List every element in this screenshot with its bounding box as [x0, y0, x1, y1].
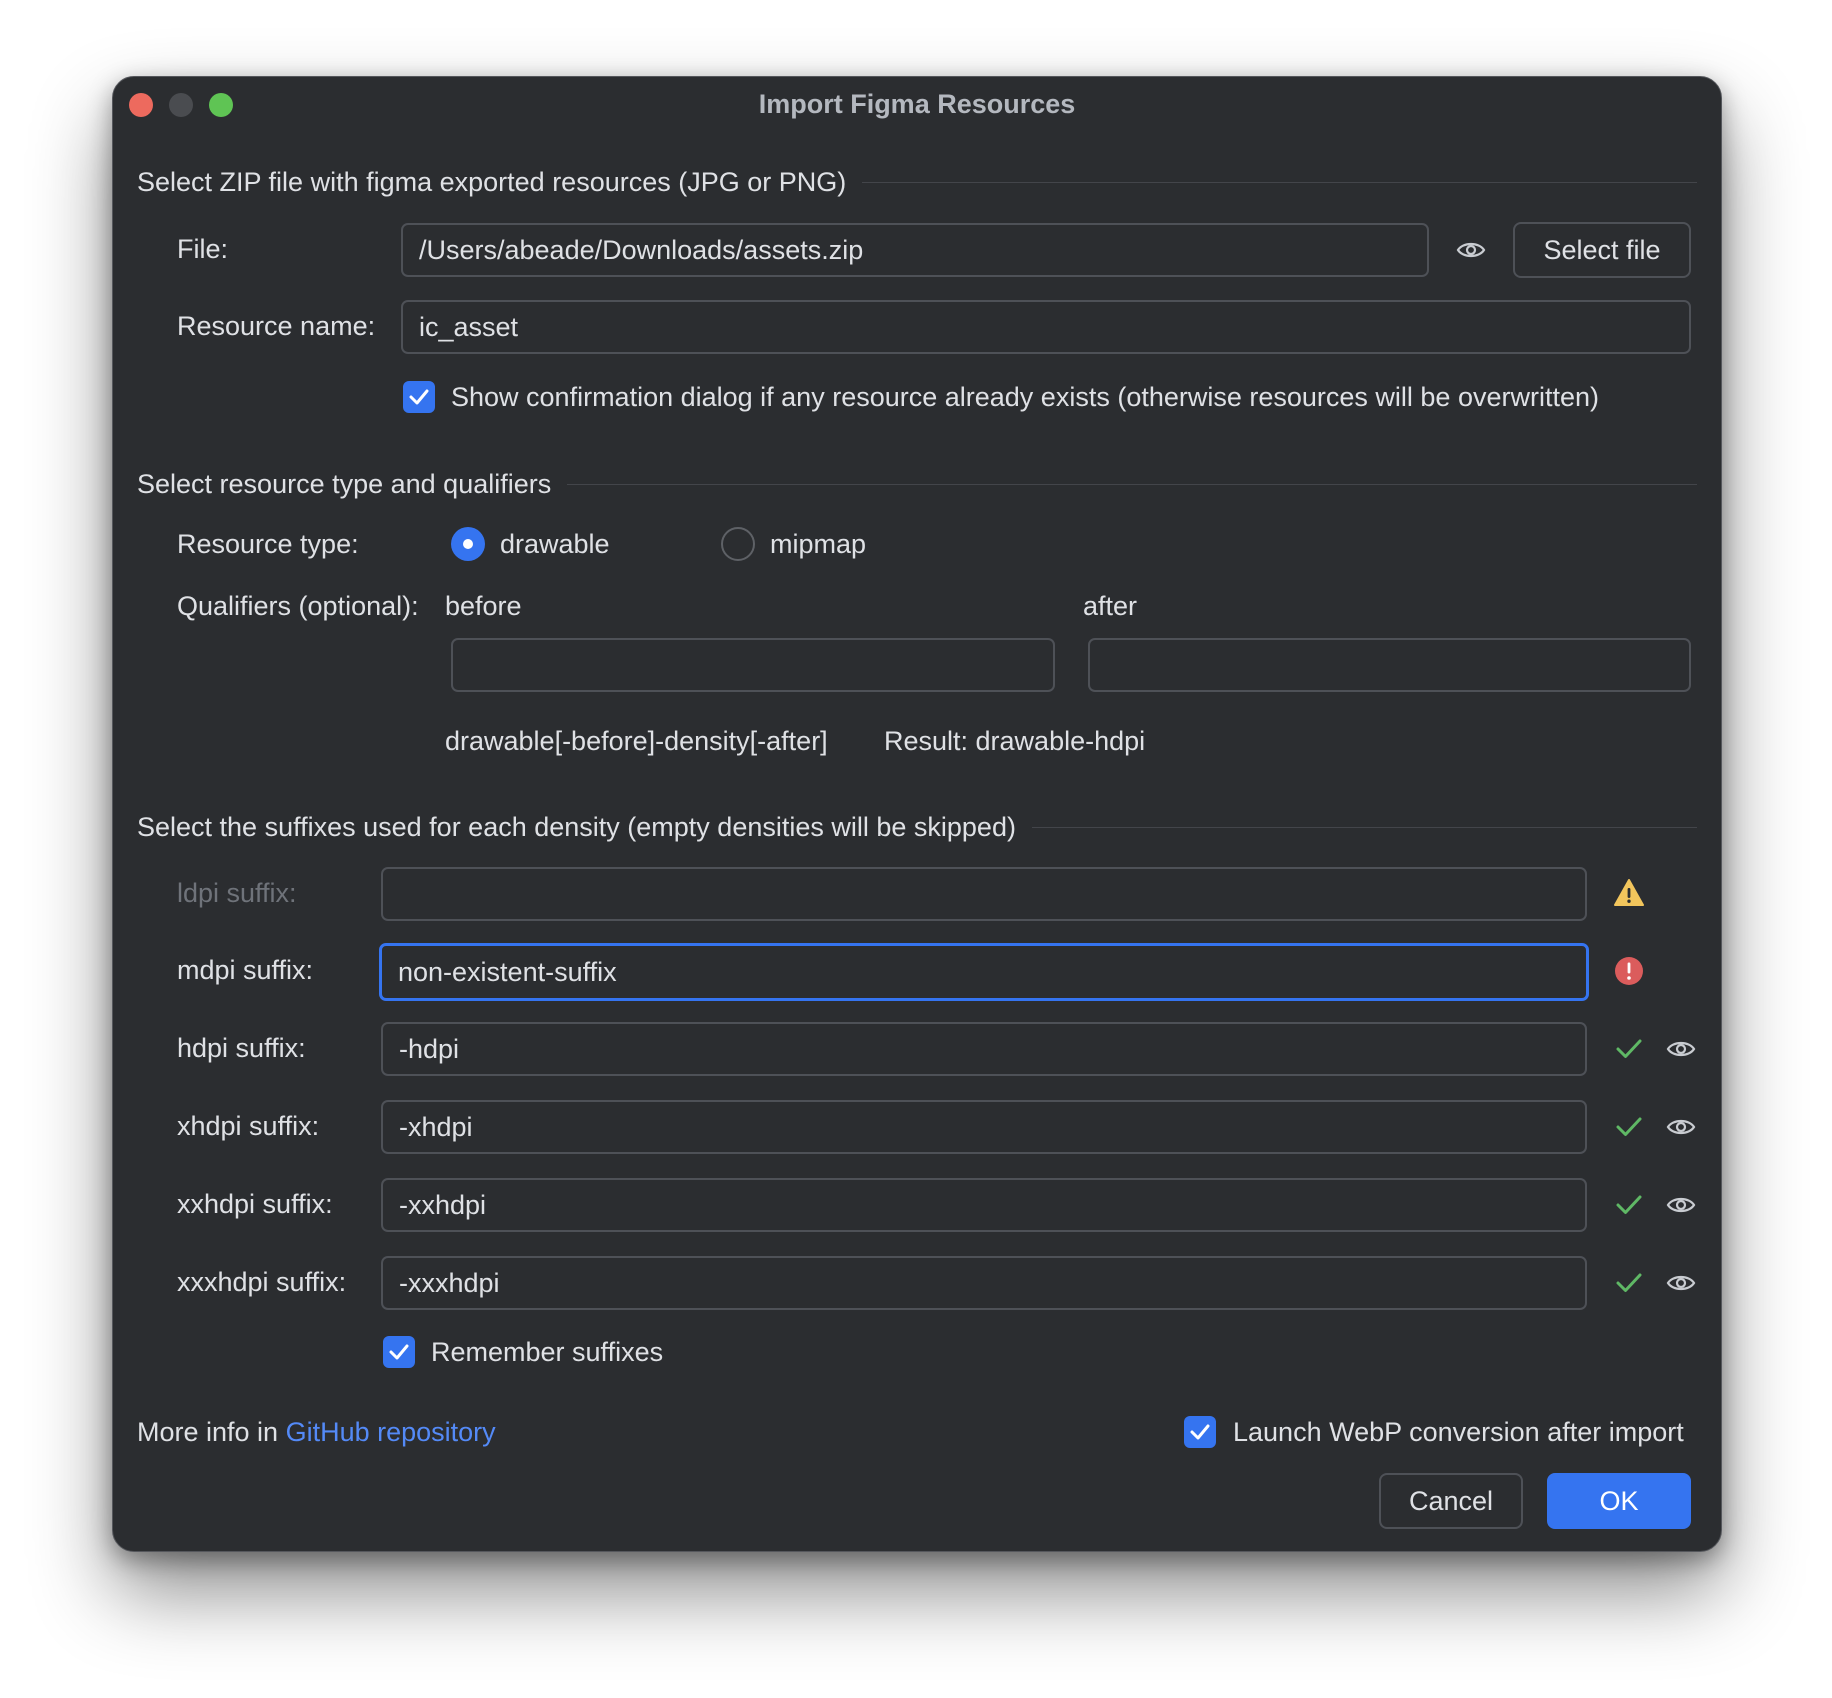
xxhdpi-suffix-field[interactable]: -xxhdpi — [381, 1178, 1587, 1232]
checkmark-icon — [389, 1344, 409, 1360]
before-label: before — [445, 591, 522, 621]
confirm-checkbox[interactable] — [403, 381, 435, 413]
radio-drawable[interactable] — [451, 527, 485, 561]
type-section-header: Select resource type and qualifiers — [137, 467, 1697, 501]
ldpi-suffix-field[interactable] — [381, 867, 1587, 921]
qualifiers-label: Qualifiers (optional): — [177, 591, 419, 621]
resource-name-label: Resource name: — [177, 311, 376, 341]
confirm-checkbox-label[interactable]: Show confirmation dialog if any resource… — [451, 380, 1599, 414]
more-info-text: More info in GitHub repository — [137, 1415, 496, 1449]
xxhdpi-suffix-label: xxhdpi suffix: — [177, 1189, 333, 1219]
import-dialog: Import Figma Resources Select ZIP file w… — [112, 76, 1722, 1552]
error-icon — [1615, 957, 1643, 985]
xxxhdpi-suffix-field[interactable]: -xxxhdpi — [381, 1256, 1587, 1310]
more-info-prefix: More info in — [137, 1417, 286, 1447]
resource-type-label: Resource type: — [177, 529, 359, 559]
after-label: after — [1083, 591, 1138, 621]
radio-mipmap[interactable] — [721, 527, 755, 561]
xhdpi-suffix-field[interactable]: -xhdpi — [381, 1100, 1587, 1154]
divider — [862, 181, 1697, 183]
remember-suffixes-checkbox[interactable] — [383, 1336, 415, 1368]
file-section-header: Select ZIP file with figma exported reso… — [137, 165, 1697, 199]
after-qualifier-field[interactable] — [1088, 638, 1691, 692]
eye-icon[interactable] — [1455, 234, 1487, 266]
checkmark-icon — [1190, 1424, 1210, 1440]
drawable-option-label[interactable]: drawable — [500, 527, 610, 561]
hdpi-suffix-label: hdpi suffix: — [177, 1033, 306, 1063]
suffix-section-title: Select the suffixes used for each densit… — [137, 811, 1016, 842]
suffix-section-header: Select the suffixes used for each densit… — [137, 810, 1697, 844]
remember-suffixes-label[interactable]: Remember suffixes — [431, 1335, 663, 1369]
select-file-button[interactable]: Select file — [1513, 222, 1691, 278]
type-section-title: Select resource type and qualifiers — [137, 468, 552, 499]
hdpi-suffix-field[interactable]: -hdpi — [381, 1022, 1587, 1076]
checkmark-icon — [1616, 1195, 1642, 1214]
ok-button[interactable]: OK — [1547, 1473, 1691, 1529]
xxxhdpi-suffix-label: xxxhdpi suffix: — [177, 1267, 347, 1297]
warning-icon — [1614, 879, 1644, 906]
before-qualifier-field[interactable] — [451, 638, 1055, 692]
eye-icon[interactable] — [1665, 1189, 1697, 1221]
github-repository-link[interactable]: GitHub repository — [286, 1417, 496, 1447]
ldpi-suffix-label: ldpi suffix: — [177, 878, 297, 908]
webp-conversion-checkbox[interactable] — [1184, 1416, 1216, 1448]
checkmark-icon — [1616, 1039, 1642, 1058]
divider — [1031, 826, 1697, 828]
xhdpi-suffix-label: xhdpi suffix: — [177, 1111, 320, 1141]
mdpi-suffix-label: mdpi suffix: — [177, 955, 314, 985]
mipmap-option-label[interactable]: mipmap — [770, 527, 866, 561]
eye-icon[interactable] — [1665, 1111, 1697, 1143]
checkmark-icon — [409, 389, 429, 405]
file-path-field[interactable]: /Users/abeade/Downloads/assets.zip — [401, 223, 1429, 277]
cancel-button[interactable]: Cancel — [1379, 1473, 1523, 1529]
webp-conversion-label[interactable]: Launch WebP conversion after import — [1233, 1415, 1684, 1449]
divider — [567, 483, 1697, 485]
eye-icon[interactable] — [1665, 1267, 1697, 1299]
file-label: File: — [177, 234, 229, 264]
qualifier-result-text: Result: drawable-hdpi — [884, 726, 1146, 756]
mdpi-suffix-field[interactable]: non-existent-suffix — [379, 943, 1589, 1001]
checkmark-icon — [1616, 1273, 1642, 1292]
file-section-title: Select ZIP file with figma exported reso… — [137, 166, 847, 197]
dialog-title: Import Figma Resources — [758, 89, 1076, 119]
checkmark-icon — [1616, 1117, 1642, 1136]
resource-name-field[interactable]: ic_asset — [401, 300, 1691, 354]
eye-icon[interactable] — [1665, 1033, 1697, 1065]
qualifier-pattern-text: drawable[-before]-density[-after] — [445, 726, 828, 756]
